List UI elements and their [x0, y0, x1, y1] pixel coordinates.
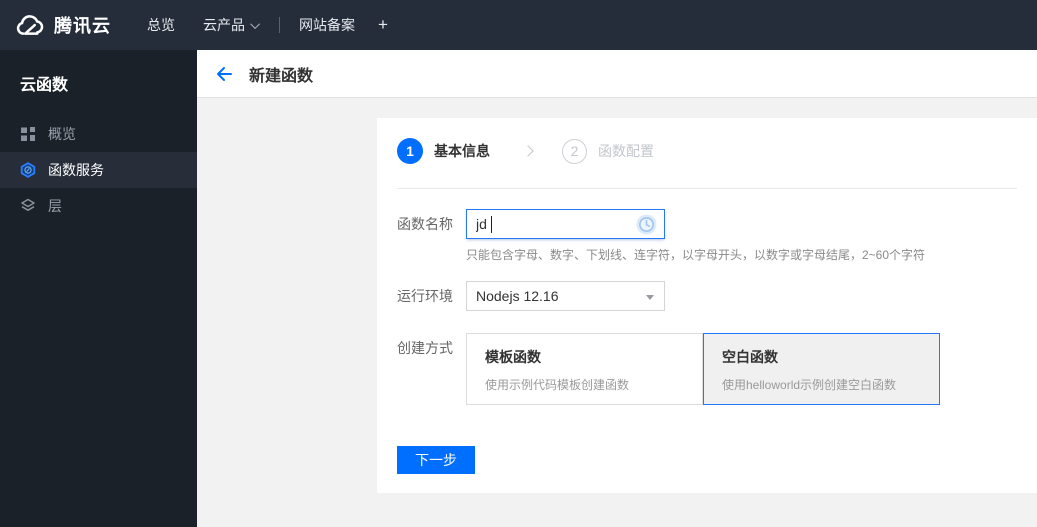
step-1-label: 基本信息	[434, 143, 490, 159]
divider	[397, 188, 1017, 189]
creation-method-label: 创建方式	[397, 340, 453, 356]
text-cursor	[491, 216, 492, 233]
layers-icon	[20, 198, 36, 214]
sidebar-item-overview[interactable]: 概览	[0, 116, 197, 152]
content-area: 1 基本信息 2 函数配置 函数名称 jd 只能包含字母、数字、下划线、连字符，…	[197, 99, 1037, 527]
option-title: 空白函数	[722, 349, 778, 365]
topbar: 腾讯云 总览 云产品 网站备案 +	[0, 0, 1037, 50]
function-name-label: 函数名称	[397, 216, 453, 232]
add-tab-button[interactable]: +	[378, 15, 388, 35]
sidebar-item-layers[interactable]: 层	[0, 188, 197, 224]
create-function-card: 1 基本信息 2 函数配置 函数名称 jd 只能包含字母、数字、下划线、连字符，…	[377, 118, 1037, 493]
runtime-selected-value: Nodejs 12.16	[476, 288, 559, 304]
step-indicator: 1 基本信息 2 函数配置	[397, 138, 1017, 164]
sidebar-item-label: 概览	[48, 126, 76, 142]
topnav-item-products[interactable]: 云产品	[203, 15, 261, 35]
sidebar-item-label: 函数服务	[48, 162, 104, 178]
function-name-input-wrap	[466, 209, 665, 239]
option-desc: 使用helloworld示例创建空白函数	[722, 378, 897, 392]
chevron-down-icon	[250, 18, 261, 29]
sidebar-item-functions[interactable]: 函数服务	[0, 152, 197, 188]
step-2-label: 函数配置	[598, 143, 654, 159]
scf-hexagon-icon	[20, 162, 36, 178]
screen: 腾讯云 总览 云产品 网站备案 + 云函数 概览 函数服务 层 新建函数 1 基…	[0, 0, 1037, 527]
sidebar-title: 云函数	[20, 77, 69, 94]
sidebar-item-label: 层	[48, 198, 62, 214]
brand-name: 腾讯云	[54, 16, 111, 36]
creation-method-row: 创建方式 模板函数 使用示例代码模板创建函数 空白函数 使用helloworld…	[397, 333, 1017, 405]
clock-pending-icon	[636, 214, 657, 235]
runtime-label: 运行环境	[397, 288, 453, 304]
grid-icon	[20, 126, 36, 142]
tencent-cloud-brand[interactable]: 腾讯云	[0, 12, 111, 38]
step-2-circle: 2	[562, 138, 587, 164]
function-name-row: 函数名称	[397, 209, 1017, 239]
option-title: 模板函数	[485, 349, 541, 365]
topnav-item-overview[interactable]: 总览	[147, 15, 175, 35]
back-arrow-icon[interactable]	[215, 66, 233, 82]
function-name-hint: 只能包含字母、数字、下划线、连字符，以字母开头，以数字或字母结尾，2~60个字符	[466, 248, 926, 262]
sidebar: 云函数 概览 函数服务 层	[0, 50, 197, 527]
creation-method-options: 模板函数 使用示例代码模板创建函数 空白函数 使用helloworld示例创建空…	[466, 333, 940, 405]
runtime-row: 运行环境 Nodejs 12.16	[397, 281, 1017, 311]
page-header: 新建函数	[197, 50, 1037, 98]
topnav-divider	[279, 17, 280, 33]
tencent-cloud-logo-icon	[14, 14, 45, 37]
option-card-template-function[interactable]: 模板函数 使用示例代码模板创建函数	[466, 333, 703, 405]
topnav: 总览 云产品 网站备案 +	[111, 15, 388, 35]
topnav-item-icp[interactable]: 网站备案	[299, 15, 355, 35]
step-1-circle: 1	[397, 138, 423, 164]
next-step-button[interactable]: 下一步	[397, 446, 475, 474]
option-card-blank-function[interactable]: 空白函数 使用helloworld示例创建空白函数	[703, 333, 940, 405]
step-separator-chevron-icon	[522, 145, 534, 157]
page-title: 新建函数	[249, 67, 314, 85]
runtime-select[interactable]: Nodejs 12.16	[466, 281, 665, 311]
option-desc: 使用示例代码模板创建函数	[485, 378, 630, 392]
select-caret-icon	[646, 295, 654, 300]
